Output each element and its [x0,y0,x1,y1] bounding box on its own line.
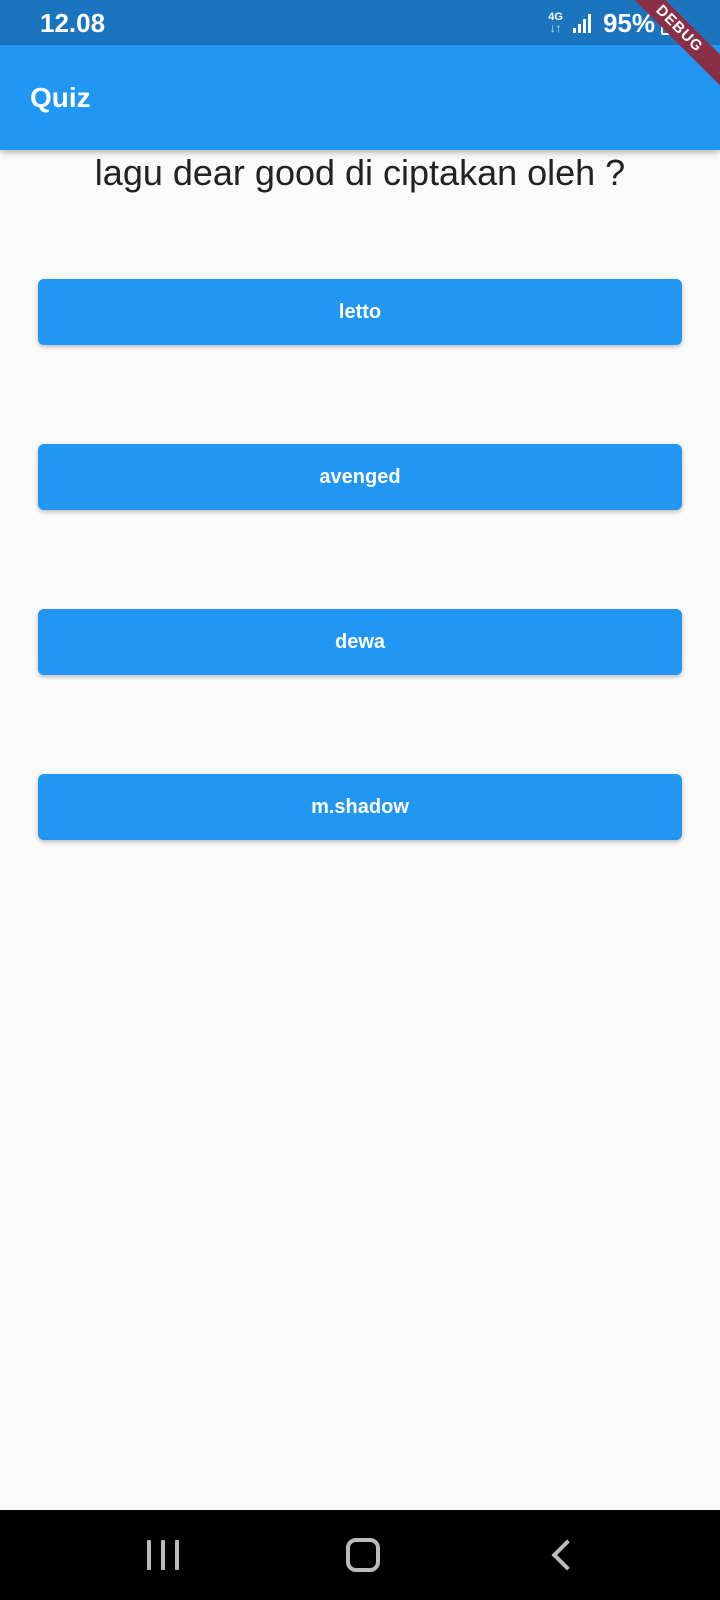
answer-button-4[interactable]: m.shadow [38,774,682,840]
data-arrows-icon: ↓↑ [549,21,562,35]
home-icon [346,1538,380,1572]
answer-button-2[interactable]: avenged [38,444,682,510]
status-bar: 12.08 4G ↓↑ 95% [0,0,720,45]
back-icon [551,1539,583,1571]
answer-button-3[interactable]: dewa [38,609,682,675]
app-title: Quiz [30,82,91,113]
question-text: lagu dear good di ciptakan oleh ? [94,152,626,193]
recents-icon [142,1540,184,1570]
status-time: 12.08 [40,8,106,38]
back-button[interactable] [523,1530,603,1580]
answer-button-1[interactable]: letto [38,279,682,345]
network-icon: 4G ↓↑ [548,12,563,35]
recents-button[interactable] [123,1530,203,1580]
signal-icon [572,13,593,33]
home-button[interactable] [323,1530,403,1580]
navigation-bar [0,1510,720,1600]
app-bar: Quiz [0,45,720,150]
